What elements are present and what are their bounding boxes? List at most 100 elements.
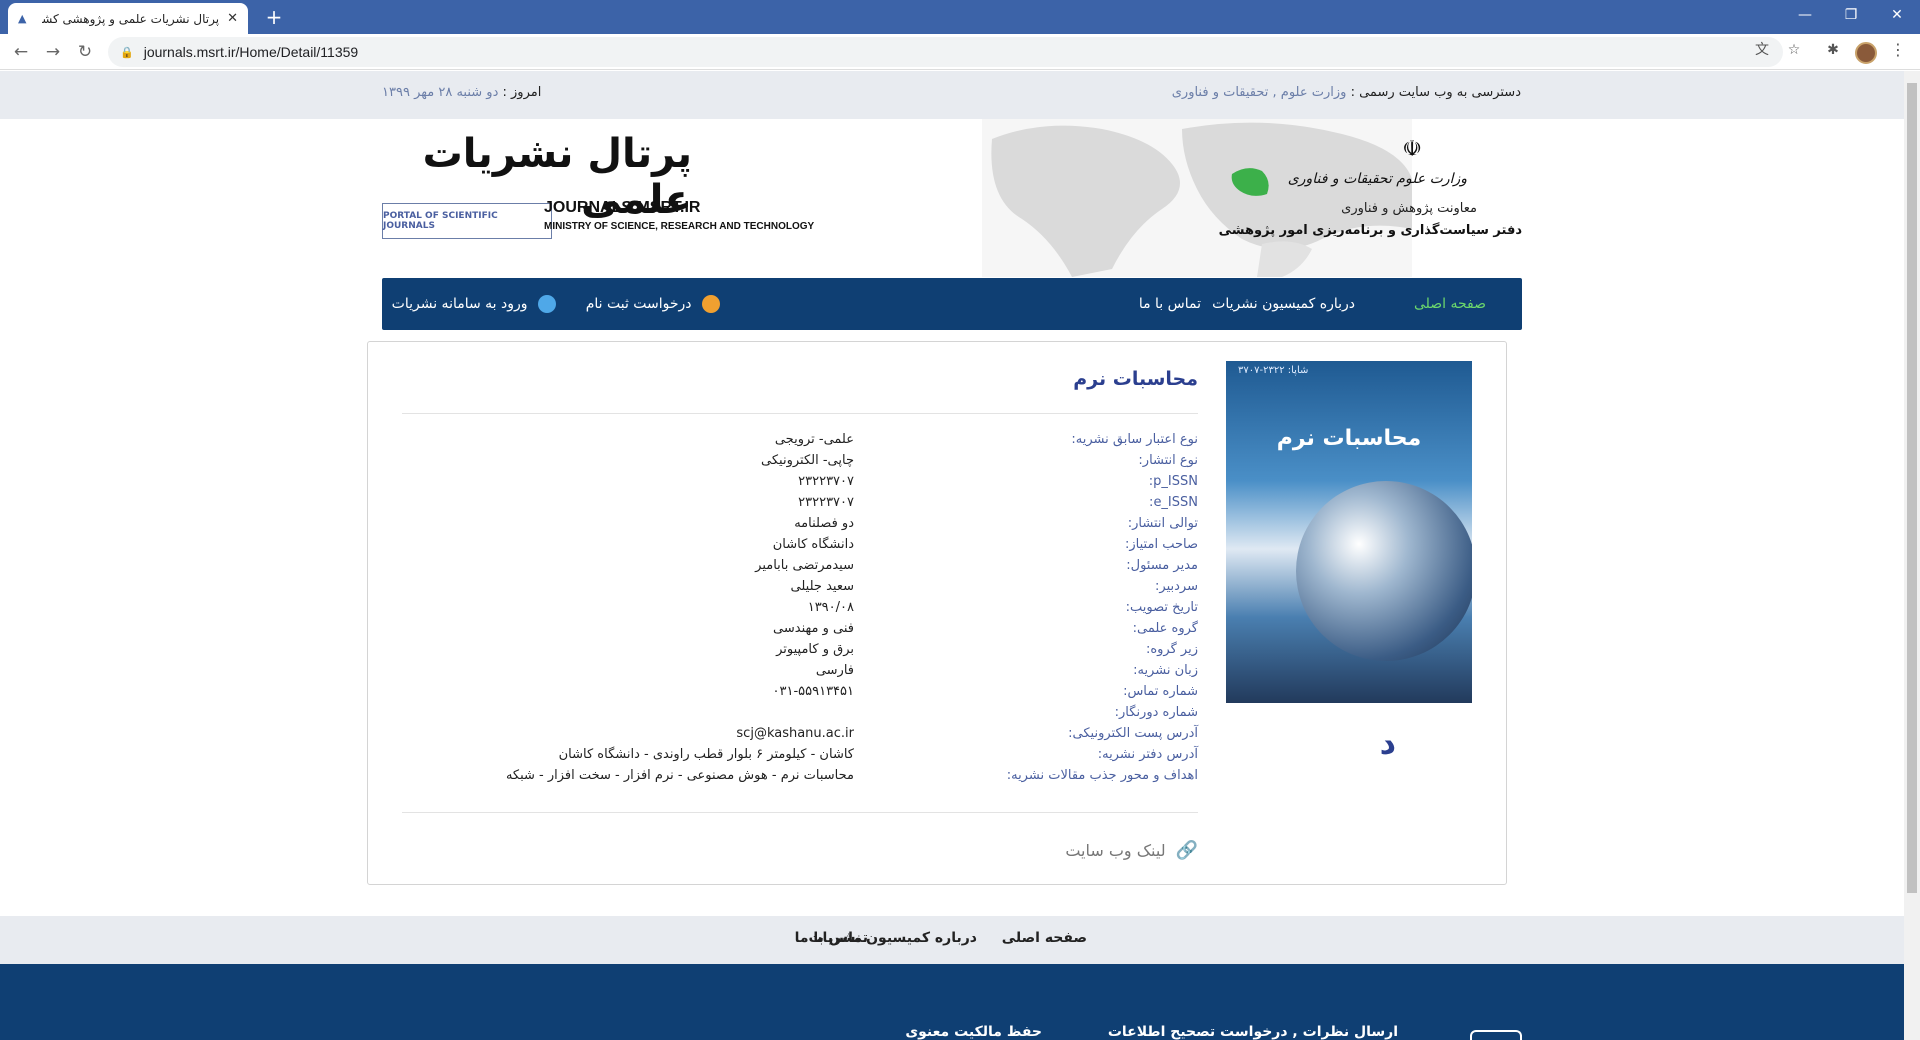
ministry-link[interactable]: وزارت علوم , تحقیقات و فناوری xyxy=(1172,85,1347,100)
profile-avatar[interactable] xyxy=(1855,42,1877,64)
field-value: ۲۳۲۲۳۷۰۷ xyxy=(798,495,854,510)
field-label: گروه علمی: xyxy=(1132,621,1198,636)
field-value: scj@kashanu.ac.ir xyxy=(736,726,854,741)
field-label: توالی انتشار: xyxy=(1127,516,1198,531)
translate-icon[interactable]: 文 xyxy=(1752,40,1772,60)
today-date: امروز : دو شنبه ۲۸ مهر ۱۳۹۹ xyxy=(382,85,541,100)
browser-tab[interactable]: ▲ پرتال نشریات علمی و پژوهشی کشو ✕ xyxy=(8,3,248,34)
field-row: آدرس پست الکترونیکی: scj@kashanu.ac.ir xyxy=(538,726,1198,747)
field-label: زیر گروه: xyxy=(1145,642,1198,657)
nav-login[interactable]: ورود به سامانه نشریات xyxy=(392,278,556,330)
date-value: دو شنبه ۲۸ مهر ۱۳۹۹ xyxy=(382,85,499,100)
tab-close-icon[interactable]: ✕ xyxy=(227,11,238,26)
journal-title: محاسبات نرم xyxy=(1073,368,1198,390)
field-label: مدیر مسئول: xyxy=(1126,558,1198,573)
login-user-icon xyxy=(538,295,556,313)
field-label: شماره تماس: xyxy=(1123,684,1198,699)
minimize-icon[interactable]: — xyxy=(1782,0,1828,30)
field-value: سعید جلیلی xyxy=(790,579,854,594)
tab-title: پرتال نشریات علمی و پژوهشی کشو xyxy=(42,11,220,26)
field-row: توالی انتشار: دو فصلنامه xyxy=(538,516,1198,537)
scrollbar-thumb[interactable] xyxy=(1907,83,1917,893)
footer-home[interactable]: صفحه اصلی xyxy=(1002,930,1087,946)
field-row: تاریخ تصویب: ۱۳۹۰/۰۸ xyxy=(538,600,1198,621)
link-icon: 🔗 xyxy=(1175,840,1198,861)
website-link[interactable]: 🔗 لینک وب سایت xyxy=(1065,840,1198,861)
field-label: e_ISSN: xyxy=(1149,495,1198,510)
register-user-icon xyxy=(702,295,720,313)
close-window-icon[interactable]: ✕ xyxy=(1874,0,1920,30)
field-row: زیر گروه: برق و کامپیوتر xyxy=(538,642,1198,663)
field-label: p_ISSN: xyxy=(1148,474,1198,489)
top-info-bar: امروز : دو شنبه ۲۸ مهر ۱۳۹۹ دسترسی به وب… xyxy=(0,71,1904,119)
field-row: نوع اعتبار سابق نشریه: علمی- ترویجی xyxy=(538,432,1198,453)
field-label: نوع انتشار: xyxy=(1138,453,1198,468)
footer-contact[interactable]: تماس با ما xyxy=(795,930,868,946)
divider xyxy=(402,413,1198,414)
field-value: چاپی- الکترونیکی xyxy=(761,453,854,468)
url-text[interactable]: journals.msrt.ir/Home/Detail/11359 xyxy=(144,44,359,60)
field-row: گروه علمی: فنی و مهندسی xyxy=(538,621,1198,642)
journal-cover-image: شاپا: ۲۳۲۲-۳۷۰۷ محاسبات نرم xyxy=(1226,361,1472,703)
nav-register-label: درخواست ثبت نام xyxy=(585,296,692,312)
field-row: اهداف و محور جذب مقالات نشریه: محاسبات نر… xyxy=(506,768,1198,789)
back-icon[interactable]: ← xyxy=(8,40,34,64)
field-label: سردبیر: xyxy=(1155,579,1198,594)
cover-issn: شاپا: ۲۳۲۲-۳۷۰۷ xyxy=(1238,365,1309,376)
site-header: ☫ وزارت علوم تحقیقات و فناوری معاونت پژو… xyxy=(382,119,1522,277)
forward-icon[interactable]: → xyxy=(40,40,66,64)
nav-register[interactable]: درخواست ثبت نام xyxy=(586,278,720,330)
footer-logo-frame xyxy=(1470,1030,1522,1040)
page-scrollbar[interactable] xyxy=(1904,71,1920,1040)
restore-icon[interactable]: ❐ xyxy=(1828,0,1874,30)
footer-feedback[interactable]: ارسال نظرات , درخواست تصحیح اطلاعات xyxy=(1108,1024,1398,1040)
field-value: دو فصلنامه xyxy=(794,516,854,531)
ministry-en-text: MINISTRY OF SCIENCE, RESEARCH AND TECHNO… xyxy=(544,221,815,232)
official-site-access: دسترسی به وب سایت رسمی : وزارت علوم , تح… xyxy=(1172,85,1521,100)
bookmark-star-icon[interactable]: ☆ xyxy=(1784,40,1804,60)
field-row: نوع انتشار: چاپی- الکترونیکی xyxy=(538,453,1198,474)
menu-icon[interactable]: ⋮ xyxy=(1890,40,1906,59)
field-value: برق و کامپیوتر xyxy=(776,642,854,657)
field-label: اهداف و محور جذب مقالات نشریه: xyxy=(1006,768,1198,783)
iran-emblem-icon: ☫ xyxy=(1402,137,1422,162)
field-value: ۰۳۱-۵۵۹۱۳۴۵۱ xyxy=(772,684,855,699)
field-value: ۱۳۹۰/۰۸ xyxy=(807,600,854,615)
field-value: کاشان - کیلومتر ۶ بلوار قطب راوندی - دان… xyxy=(558,747,854,762)
journals-url-text: JOURNALS.MSRT.IR xyxy=(544,199,701,216)
footer-nav: صفحه اصلی درباره کمیسیون نشریات تماس با … xyxy=(0,916,1904,964)
field-label: آدرس پست الکترونیکی: xyxy=(1068,726,1198,741)
ministry-logo-block: ☫ وزارت علوم تحقیقات و فناوری معاونت پژو… xyxy=(1219,137,1522,267)
journal-detail-card: شاپا: ۲۳۲۲-۳۷۰۷ محاسبات نرم د محاسبات نر… xyxy=(367,341,1507,885)
footer-dark: ارسال نظرات , درخواست تصحیح اطلاعات حفظ … xyxy=(0,964,1904,1040)
ministry-name: وزارت علوم تحقیقات و فناوری xyxy=(1287,171,1467,187)
field-label: شماره دورنگار: xyxy=(1114,705,1198,720)
new-tab-button[interactable]: + xyxy=(260,4,288,30)
lock-icon: 🔒 xyxy=(120,45,134,59)
portal-en-badge: PORTAL OF SCIENTIFIC JOURNALS xyxy=(382,203,552,239)
address-bar[interactable]: 🔒 journals.msrt.ir/Home/Detail/11359 xyxy=(108,37,1783,67)
field-label: صاحب امتیاز: xyxy=(1125,537,1198,552)
footer-ip[interactable]: حفظ مالکیت معنوی xyxy=(905,1024,1042,1040)
field-value: علمی- ترویجی xyxy=(774,432,854,447)
field-label: تاریخ تصویب: xyxy=(1125,600,1198,615)
field-row: زبان نشریه: فارسی xyxy=(538,663,1198,684)
site-favicon-icon: ▲ xyxy=(18,11,27,25)
nav-home[interactable]: صفحه اصلی xyxy=(1414,278,1486,330)
cover-title: محاسبات نرم xyxy=(1276,426,1422,451)
extensions-icon[interactable]: ✱ xyxy=(1823,40,1843,60)
field-value: سیدمرتضی بابامیر xyxy=(755,558,854,573)
reload-icon[interactable]: ↻ xyxy=(72,40,98,64)
field-row: صاحب امتیاز: دانشگاه کاشان xyxy=(538,537,1198,558)
field-row: سردبیر: سعید جلیلی xyxy=(538,579,1198,600)
nav-about[interactable]: درباره کمیسیون نشریات xyxy=(1212,278,1355,330)
field-row: e_ISSN: ۲۳۲۲۳۷۰۷ xyxy=(538,495,1198,516)
browser-tabbar: ▲ پرتال نشریات علمی و پژوهشی کشو ✕ + — ❐… xyxy=(0,0,1920,34)
globe-graphic xyxy=(1296,481,1472,661)
office-name: دفتر سیاست‌گذاری و برنامه‌ریزی امور پژوه… xyxy=(1218,223,1522,238)
field-row: شماره دورنگار: xyxy=(538,705,1198,726)
deputy-name: معاونت پژوهش و فناوری xyxy=(1341,201,1477,216)
access-label: دسترسی به وب سایت رسمی : xyxy=(1350,85,1521,100)
field-row: شماره تماس: ۰۳۱-۵۵۹۱۳۴۵۱ xyxy=(538,684,1199,705)
nav-contact[interactable]: تماس با ما xyxy=(1139,278,1201,330)
